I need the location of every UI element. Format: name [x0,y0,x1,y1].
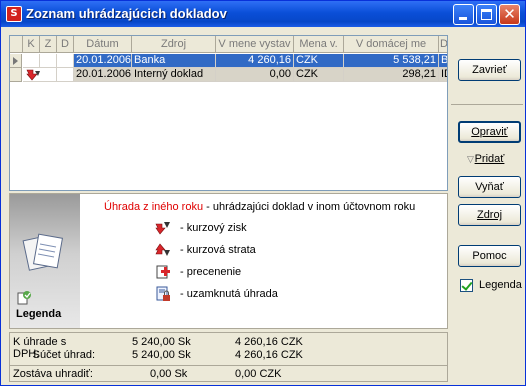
exchange-gain-icon [155,222,170,235]
column-header-amount-home[interactable]: V domácej me [344,36,439,53]
summary-value-czk: 4 260,16 CZK [235,336,303,348]
header-indicator [10,36,23,53]
cell-k [23,54,40,68]
legend-item-text: - kurzová strata [180,244,256,256]
cell-extra: B [439,54,448,68]
title-bar[interactable]: S Zoznam uhrádzajúcich dokladov ✕ [1,1,525,27]
source-button[interactable]: Zdroj [458,204,521,226]
summary-panel: K úhrade s DPH: 5 240,00 Sk 4 260,16 CZK… [9,332,448,382]
app-icon[interactable]: S [6,6,22,22]
help-button[interactable]: Pomoc [458,245,521,267]
cell-z [40,54,57,68]
column-header-extra[interactable]: D [439,36,447,53]
summary-label: Zostáva uhradiť: [13,368,93,380]
column-header-amount-doc[interactable]: V mene vystav [216,36,294,53]
summary-label: Súčet úhrad: [32,349,95,361]
summary-value-sk: 5 240,00 Sk [132,336,191,348]
legend-item-text: - kurzový zisk [180,222,247,234]
column-header-source[interactable]: Zdroj [132,36,216,53]
row-indicator[interactable] [10,54,22,68]
legend-checkbox-label: Legenda [479,279,522,291]
cell-extra: ID [439,68,447,82]
maximize-button[interactable] [476,4,497,25]
legend-panel: Legenda Úhrada z iného roku - uhrádzajúc… [9,193,448,329]
maximize-icon [481,9,492,20]
exchange-loss-icon [155,243,170,256]
dropdown-arrow-icon: ▽ [467,154,474,164]
cell-amount-home: 5 538,21 [344,54,439,68]
cell-currency: CZK [294,68,344,82]
locked-payment-icon [156,286,170,301]
summary-divider [10,365,447,366]
window-title: Zoznam uhrádzajúcich dokladov [26,6,227,21]
summary-row-sum: Súčet úhrad: 5 240,00 Sk 4 260,16 CZK [10,349,447,362]
cell-amount-home: 298,21 [344,68,439,82]
table-row[interactable]: 20.01.2006 Banka 4 260,16 CZK 5 538,21 B [10,54,447,68]
column-header-k[interactable]: K [23,36,40,53]
cell-d [57,54,74,68]
source-button-label: Zdroj [476,209,503,221]
legend-item-text: - precenenie [180,266,242,278]
summary-row-remaining: Zostáva uhradiť: 0,00 Sk 0,00 CZK [10,368,447,381]
close-window-button[interactable]: ✕ [499,4,520,25]
cell-date: 20.01.2006 [74,54,132,68]
summary-value-czk: 4 260,16 CZK [235,349,303,361]
legend-title: Legenda [16,308,62,320]
summary-value-sk: 0,00 Sk [150,368,188,380]
summary-value-czk: 0,00 CZK [235,368,282,380]
row-indicator[interactable] [10,68,22,82]
table-header: K Z D Dátum Zdroj V mene vystav Mena v. … [10,36,447,53]
checkbox-checked-icon[interactable] [460,279,473,292]
column-header-d[interactable]: D [57,36,74,53]
legend-other-year-line: Úhrada z iného roku - uhrádzajúci doklad… [104,201,415,213]
legend-other-year-label: Úhrada z iného roku [104,201,204,213]
remove-button[interactable]: Vyňať [458,176,521,198]
documents-icon [22,233,64,271]
edit-button[interactable]: Opraviť [458,121,521,143]
cell-amount-doc: 4 260,16 [216,54,294,68]
cell-currency: CZK [294,54,344,68]
exchange-gain-icon [26,69,40,81]
summary-row-to-pay: K úhrade s DPH: 5 240,00 Sk 4 260,16 CZK [10,336,447,360]
column-header-currency[interactable]: Mena v. [294,36,344,53]
current-row-icon [13,57,18,65]
close-icon: ✕ [503,5,516,23]
cell-k [23,68,57,82]
cell-source: Banka [132,54,216,68]
cell-d [57,68,74,82]
legend-small-icon [17,291,31,305]
legend-sidebar: Legenda [10,194,80,328]
cell-amount-doc: 0,00 [216,68,294,82]
revaluation-icon [156,265,170,279]
minimize-button[interactable] [453,4,474,25]
button-separator [451,104,523,105]
edit-button-label: Opraviť [471,126,508,138]
table-row[interactable]: 20.01.2006 Interný doklad 0,00 CZK 298,2… [10,68,447,82]
column-header-z[interactable]: Z [40,36,57,53]
close-button[interactable]: Zavrieť [458,59,521,81]
minimize-icon [459,17,467,20]
main-window: S Zoznam uhrádzajúcich dokladov ✕ K Z D … [0,0,526,386]
payment-documents-table[interactable]: K Z D Dátum Zdroj V mene vystav Mena v. … [9,35,448,191]
cell-source: Interný doklad [132,68,216,82]
legend-other-year-desc: - uhrádzajúci doklad v inom účtovnom rok… [203,201,416,213]
legend-item-text: - uzamknutá úhrada [180,288,278,300]
cell-date: 20.01.2006 [74,68,132,82]
add-button[interactable]: ▽ Pridať [458,148,521,170]
column-header-date[interactable]: Dátum [74,36,132,53]
summary-value-sk: 5 240,00 Sk [132,349,191,361]
add-button-label: Pridať [474,153,505,165]
